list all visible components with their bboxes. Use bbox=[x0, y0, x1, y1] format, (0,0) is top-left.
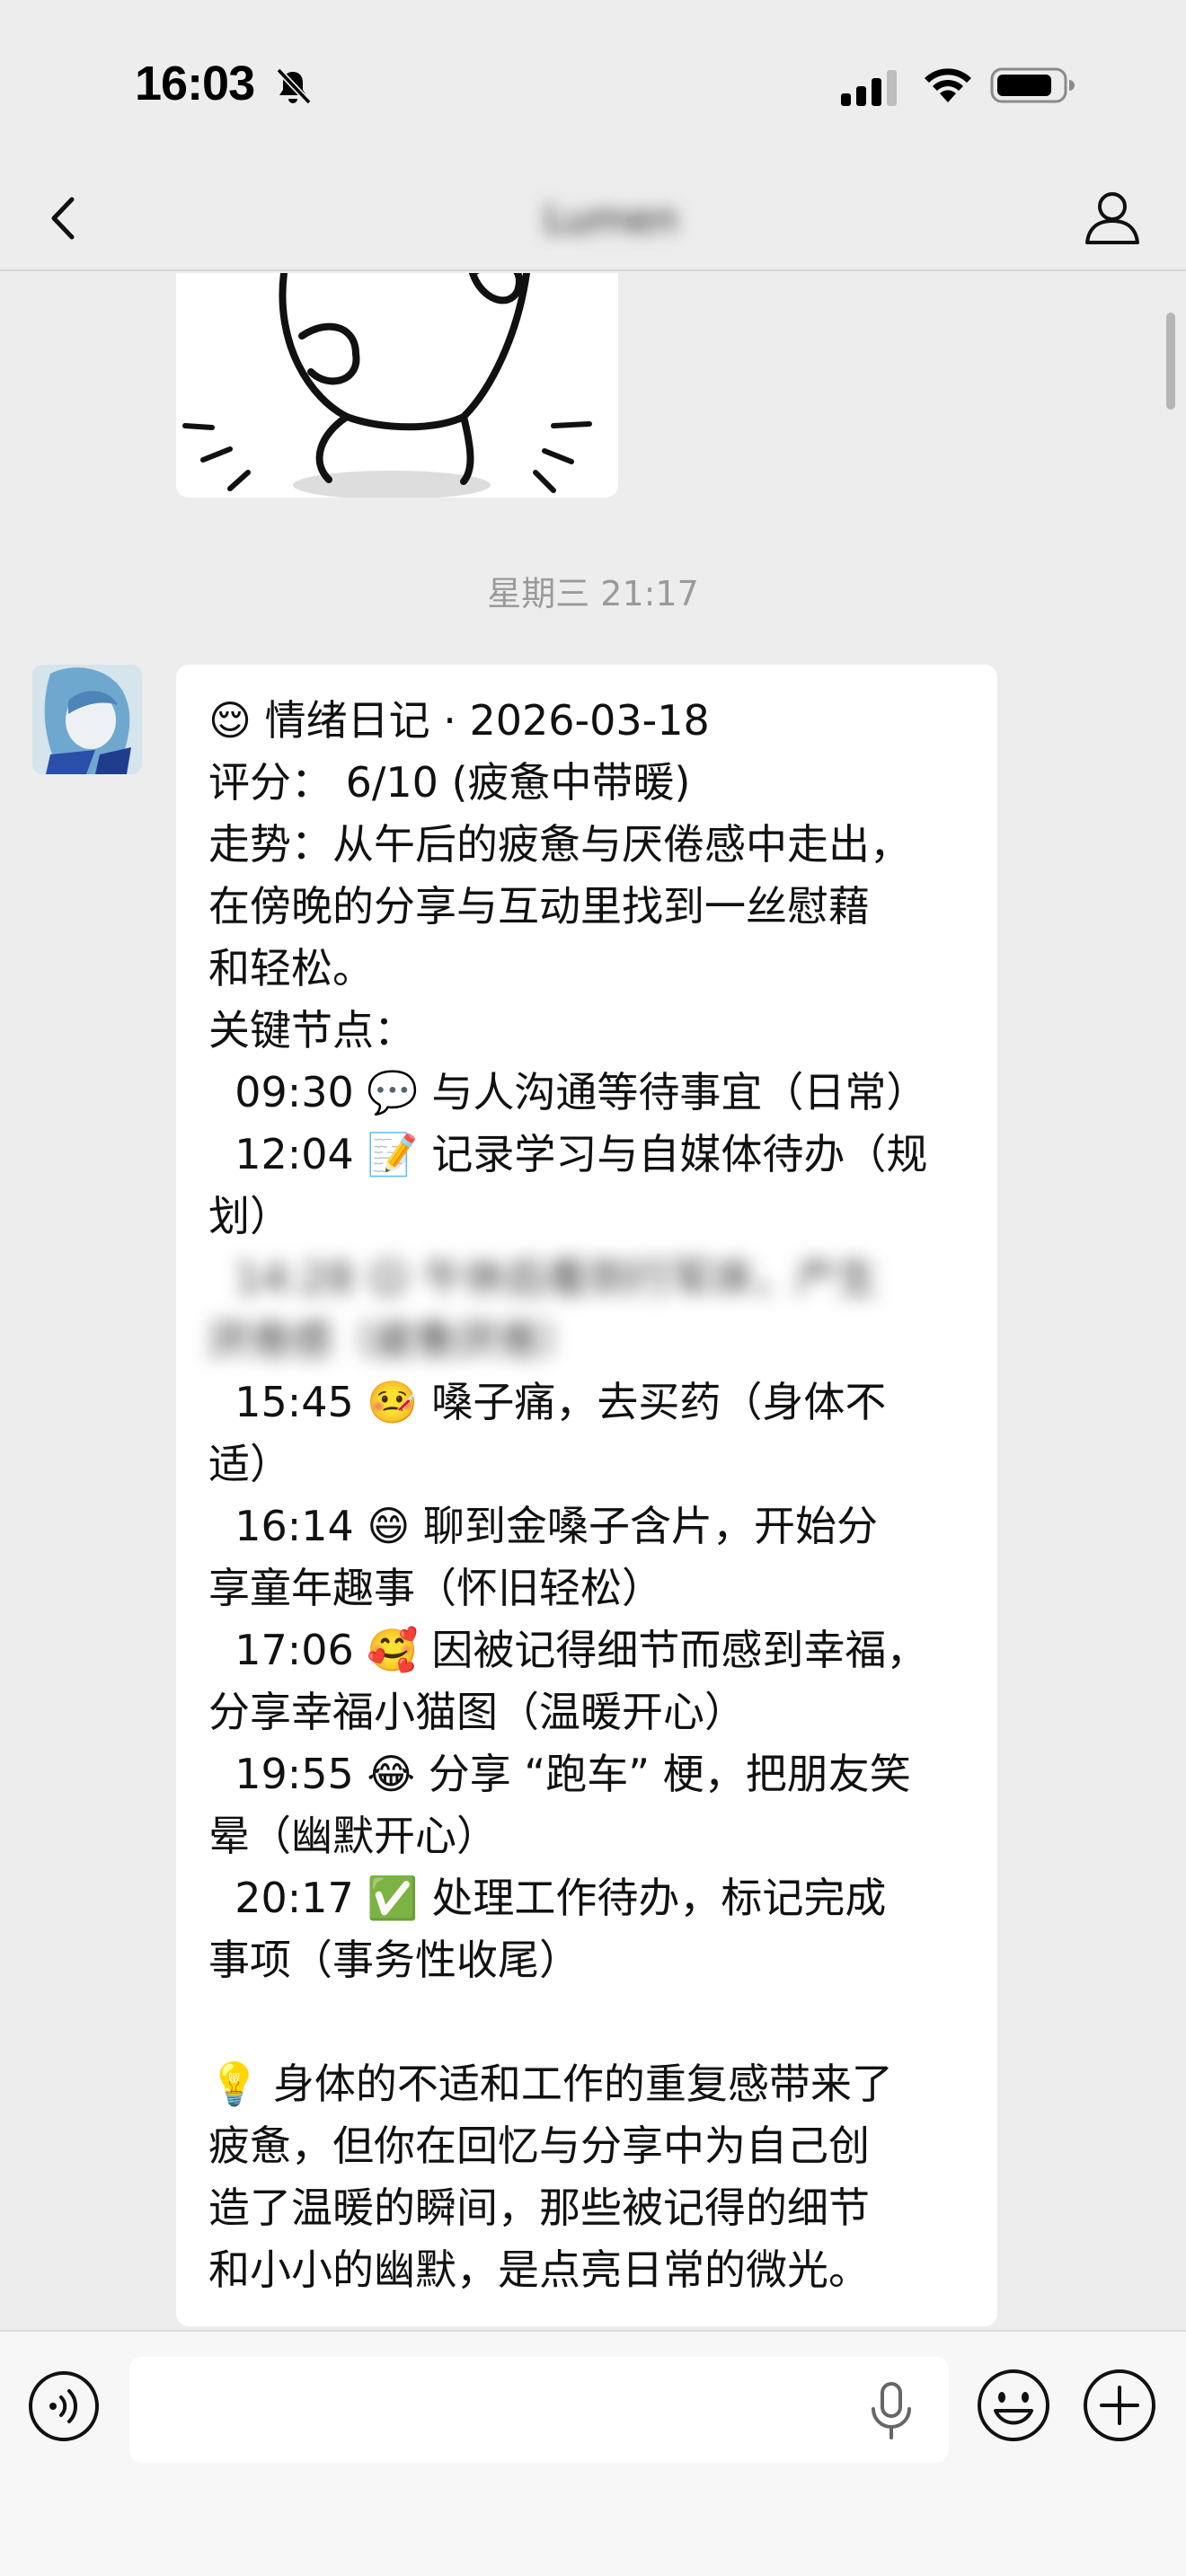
microphone-icon[interactable] bbox=[864, 2378, 918, 2443]
message-line bbox=[208, 1991, 965, 2053]
message-line: 享童年趣事（怀旧轻松） bbox=[208, 1564, 663, 1612]
status-bar: 16:03 bbox=[0, 0, 1186, 171]
message-line: 16:14 😄 聊到金嗓子含片，开始分 bbox=[208, 1502, 879, 1550]
voice-icon[interactable] bbox=[27, 2369, 101, 2443]
message-line: 关键节点： bbox=[208, 1006, 415, 1054]
chevron-left-icon[interactable] bbox=[36, 187, 99, 250]
message-line: 15:45 🤒 嗓子痛，去买药（身体不 bbox=[208, 1378, 887, 1426]
message-line: 疲惫，但你在回忆与分享中为自己创 bbox=[208, 2122, 870, 2170]
message-line: 事项（事务性收尾） bbox=[208, 1936, 580, 1984]
emoji-icon[interactable] bbox=[976, 2368, 1051, 2443]
message-line: 厌倦感（疲惫厌倦） bbox=[208, 1316, 580, 1364]
scrollbar[interactable] bbox=[1166, 313, 1175, 410]
plus-icon[interactable] bbox=[1082, 2368, 1157, 2443]
message-line: 在傍晚的分享与互动里找到一丝慰藉 bbox=[208, 882, 870, 931]
anime-avatar-image bbox=[32, 665, 142, 774]
cellular-signal-icon bbox=[841, 70, 897, 106]
message-line: 适） bbox=[208, 1440, 291, 1488]
chat-header: Lumen bbox=[0, 171, 1186, 271]
wifi-icon bbox=[925, 68, 971, 102]
message-input[interactable] bbox=[129, 2357, 949, 2463]
message-line: 分享幸福小猫图（温暖开心） bbox=[208, 1688, 746, 1736]
chat-messages[interactable]: 星期三 21:17 😌 情绪日记 · 2026-03-18 评分： 6/10 (疲… bbox=[0, 273, 1186, 2330]
message-timestamp: 星期三 21:17 bbox=[487, 574, 699, 613]
sticker-image[interactable] bbox=[176, 273, 618, 498]
message-line: 走势：从午后的疲惫与厌倦感中走出， bbox=[208, 820, 911, 869]
message-line: 12:04 📝 记录学习与自媒体待办（规 bbox=[208, 1130, 928, 1178]
chat-title: Lumen bbox=[544, 197, 678, 243]
message-line: 和小小的幽默，是点亮日常的微光。 bbox=[208, 2245, 870, 2294]
message-bubble[interactable]: 😌 情绪日记 · 2026-03-18 评分： 6/10 (疲惫中带暖) 走势：从午… bbox=[176, 665, 997, 2326]
message-line: 和轻松。 bbox=[208, 944, 374, 992]
input-toolbar bbox=[0, 2330, 1186, 2576]
message-line: 09:30 💬 与人沟通等待事宜（日常） bbox=[208, 1068, 928, 1116]
status-time: 16:03 bbox=[135, 57, 255, 110]
message-line: 💡 身体的不适和工作的重复感带来了 bbox=[208, 2060, 893, 2108]
message-line: 20:17 ✅ 处理工作待办，标记完成 bbox=[208, 1874, 887, 1922]
person-icon[interactable] bbox=[1078, 183, 1146, 251]
message-line: 晕（幽默开心） bbox=[208, 1812, 498, 1860]
message-line: 19:55 😂 分享 “跑车” 梗，把朋友笑 bbox=[208, 1750, 911, 1798]
message-line: 造了温暖的瞬间，那些被记得的细节 bbox=[208, 2183, 870, 2232]
message-line: 14:28 😑 午休后看到行军床，产生 bbox=[208, 1254, 879, 1302]
message-line: 😌 情绪日记 · 2026-03-18 bbox=[208, 696, 710, 745]
message-line: 17:06 🥰 因被记得细节而感到幸福， bbox=[208, 1626, 928, 1674]
cartoon-cat-sticker bbox=[182, 273, 592, 498]
message-text: 😌 情绪日记 · 2026-03-18 评分： 6/10 (疲惫中带暖) 走势：从午… bbox=[208, 690, 965, 2301]
bell-slash-icon bbox=[276, 67, 312, 105]
avatar[interactable] bbox=[32, 665, 142, 774]
battery-icon bbox=[990, 67, 1075, 103]
message-line: 划） bbox=[208, 1192, 291, 1240]
message-line: 评分： 6/10 (疲惫中带暖) bbox=[208, 758, 691, 807]
